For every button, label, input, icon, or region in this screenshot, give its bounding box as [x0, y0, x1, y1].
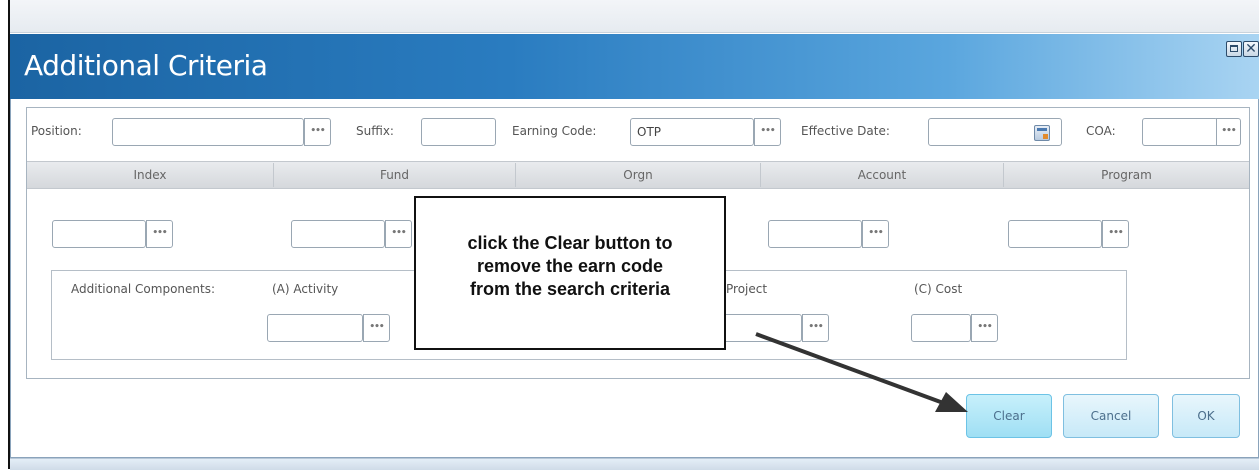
calendar-icon[interactable] — [1034, 125, 1050, 141]
maximize-icon[interactable] — [1226, 41, 1242, 57]
program-input[interactable] — [1008, 220, 1102, 248]
background-bottom-strip — [10, 458, 1259, 470]
earning-code-label: Earning Code: — [512, 124, 597, 138]
header-program: Program — [1101, 168, 1152, 182]
account-lookup-button[interactable]: ••• — [862, 220, 889, 248]
fund-input[interactable] — [291, 220, 385, 248]
clear-button[interactable]: Clear — [966, 394, 1052, 438]
activity-input[interactable] — [267, 314, 363, 342]
position-input[interactable] — [112, 118, 304, 146]
effective-date-label: Effective Date: — [801, 124, 890, 138]
background-toolbar-strip — [10, 0, 1259, 33]
fund-lookup-button[interactable]: ••• — [385, 220, 412, 248]
close-icon[interactable]: ✕ — [1243, 41, 1259, 57]
cost-lookup-button[interactable]: ••• — [971, 314, 998, 342]
additional-components-label: Additional Components: — [71, 282, 216, 296]
instruction-callout: click the Clear button to remove the ear… — [414, 196, 726, 350]
cost-input[interactable] — [911, 314, 971, 342]
program-lookup-button[interactable]: ••• — [1102, 220, 1129, 248]
suffix-input[interactable] — [421, 118, 496, 146]
ok-button[interactable]: OK — [1172, 394, 1240, 438]
header-orgn: Orgn — [623, 168, 653, 182]
activity-label: (A) Activity — [272, 282, 339, 296]
callout-text: click the Clear button to remove the ear… — [467, 233, 673, 299]
project-lookup-button[interactable]: ••• — [802, 314, 829, 342]
header-index: Index — [133, 168, 167, 182]
account-input[interactable] — [768, 220, 862, 248]
coa-input[interactable] — [1142, 118, 1218, 146]
project-input[interactable] — [720, 314, 802, 342]
activity-lookup-button[interactable]: ••• — [363, 314, 390, 342]
index-input[interactable] — [52, 220, 146, 248]
earning-code-lookup-button[interactable]: ••• — [754, 118, 781, 146]
dialog-title: Additional Criteria — [24, 49, 268, 82]
earning-code-input[interactable]: OTP — [630, 118, 754, 146]
coa-lookup-button[interactable]: ••• — [1216, 118, 1241, 146]
position-lookup-button[interactable]: ••• — [304, 118, 331, 146]
index-lookup-button[interactable]: ••• — [146, 220, 173, 248]
cost-label: (C) Cost — [914, 282, 963, 296]
cancel-button[interactable]: Cancel — [1063, 394, 1159, 438]
project-label: Project — [726, 282, 768, 296]
header-fund: Fund — [379, 168, 410, 182]
suffix-label: Suffix: — [356, 124, 394, 138]
header-account: Account — [857, 168, 907, 182]
position-label: Position: — [31, 124, 82, 138]
coa-label: COA: — [1086, 124, 1116, 138]
